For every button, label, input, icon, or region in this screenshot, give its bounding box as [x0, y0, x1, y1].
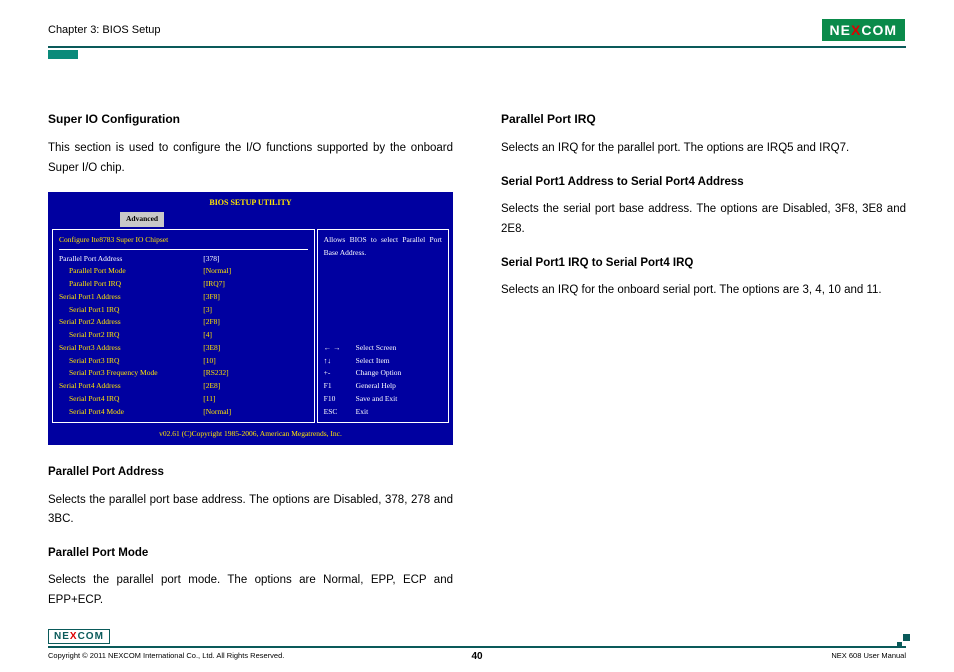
heading-ppirq: Parallel Port IRQ	[501, 109, 906, 129]
bios-section-title: Configure Ite8783 Super IO Chipset	[59, 234, 308, 250]
text-ppa: Selects the parallel port base address. …	[48, 491, 453, 530]
heading-ppm: Parallel Port Mode	[48, 544, 453, 564]
text-super-io: This section is used to configure the I/…	[48, 139, 453, 178]
bios-tab-advanced: Advanced	[120, 212, 164, 227]
bios-setting-row: Serial Port3 IRQ[10]	[59, 355, 308, 368]
bios-left-panel: Configure Ite8783 Super IO Chipset Paral…	[52, 229, 315, 424]
footer-logo: NEXCOM	[48, 626, 906, 644]
bios-key-row: F10Save and Exit	[324, 393, 442, 406]
page-number: 40	[471, 651, 482, 662]
bios-setting-row: Serial Port2 IRQ[4]	[59, 329, 308, 342]
bios-setting-row: Serial Port3 Frequency Mode[RS232]	[59, 367, 308, 380]
bios-footer: v02.61 (C)Copyright 1985-2006, American …	[50, 425, 451, 443]
bios-setting-row: Serial Port4 IRQ[11]	[59, 393, 308, 406]
bios-setting-row: Parallel Port Address[378]	[59, 253, 308, 266]
bios-setting-row: Serial Port1 IRQ[3]	[59, 304, 308, 317]
manual-name: NEX 608 User Manual	[831, 651, 906, 660]
bios-key-row: ← →Select Screen	[324, 342, 442, 355]
bios-setting-row: Serial Port4 Mode[Normal]	[59, 406, 308, 419]
bios-setting-row: Parallel Port IRQ[IRQ7]	[59, 278, 308, 291]
text-ppm: Selects the parallel port mode. The opti…	[48, 571, 453, 610]
logo: NEXCOM	[821, 18, 906, 42]
bios-key-row: ↑↓Select Item	[324, 355, 442, 368]
bios-setting-row: Serial Port3 Address[3E8]	[59, 342, 308, 355]
bios-body: Configure Ite8783 Super IO Chipset Paral…	[50, 227, 451, 426]
bios-key-row: +-Change Option	[324, 367, 442, 380]
bios-screenshot: BIOS SETUP UTILITY Advanced Configure It…	[48, 192, 453, 445]
bios-setting-row: Serial Port2 Address[2F8]	[59, 316, 308, 329]
bios-key-row: ESCExit	[324, 406, 442, 419]
text-sp-addr: Selects the serial port base address. Th…	[501, 200, 906, 239]
tab-mark	[48, 50, 78, 59]
heading-sp-addr: Serial Port1 Address to Serial Port4 Add…	[501, 173, 906, 193]
bios-title: BIOS SETUP UTILITY	[50, 194, 451, 212]
bios-setting-row: Parallel Port Mode[Normal]	[59, 265, 308, 278]
bios-setting-row: Serial Port4 Address[2E8]	[59, 380, 308, 393]
logo-box: NEXCOM	[821, 18, 906, 42]
header-bar: Chapter 3: BIOS Setup NEXCOM	[48, 18, 906, 48]
heading-sp-irq: Serial Port1 IRQ to Serial Port4 IRQ	[501, 254, 906, 274]
copyright: Copyright © 2011 NEXCOM International Co…	[48, 651, 284, 660]
right-column: Parallel Port IRQ Selects an IRQ for the…	[501, 109, 906, 610]
text-sp-irq: Selects an IRQ for the onboard serial po…	[501, 281, 906, 301]
bios-setting-row: Serial Port1 Address[3F8]	[59, 291, 308, 304]
bios-right-panel: Allows BIOS to select Parallel Port Base…	[317, 229, 449, 424]
bios-help-text: Allows BIOS to select Parallel Port Base…	[324, 234, 442, 260]
bios-key-legend: ← →Select Screen↑↓Select Item+-Change Op…	[324, 342, 442, 419]
bios-key-row: F1General Help	[324, 380, 442, 393]
heading-super-io: Super IO Configuration	[48, 109, 453, 129]
bios-tabs: Advanced	[50, 212, 451, 227]
heading-ppa: Parallel Port Address	[48, 463, 453, 483]
content: Super IO Configuration This section is u…	[48, 109, 906, 610]
left-column: Super IO Configuration This section is u…	[48, 109, 453, 610]
chapter-title: Chapter 3: BIOS Setup	[48, 24, 161, 36]
text-ppirq: Selects an IRQ for the parallel port. Th…	[501, 139, 906, 159]
